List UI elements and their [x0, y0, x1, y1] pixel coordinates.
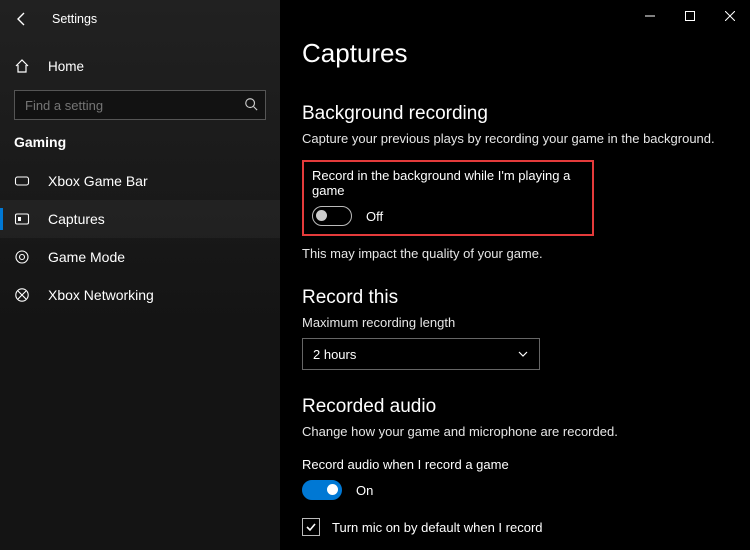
home-icon [14, 58, 30, 74]
background-record-toggle[interactable] [312, 206, 352, 226]
sidebar-item-game-mode[interactable]: Game Mode [0, 238, 280, 276]
minimize-button[interactable] [630, 0, 670, 32]
sidebar-nav: Xbox Game Bar Captures Game Mode Xbox Ne… [0, 162, 280, 314]
mic-default-checkbox[interactable] [302, 518, 320, 536]
section-title-recorded-audio: Recorded audio [302, 396, 722, 418]
minimize-icon [645, 11, 655, 21]
category-header: Gaming [0, 120, 280, 156]
main-content: Captures Background recording Capture yo… [280, 0, 750, 550]
search-icon [244, 97, 258, 111]
section-subtitle: Capture your previous plays by recording… [302, 131, 722, 146]
game-bar-icon [14, 173, 30, 189]
maximize-button[interactable] [670, 0, 710, 32]
xbox-icon [14, 287, 30, 303]
search-input[interactable] [14, 90, 266, 120]
chevron-down-icon [517, 348, 529, 360]
close-icon [725, 11, 735, 21]
sidebar-item-label: Xbox Networking [48, 287, 154, 303]
setting-label: Record audio when I record a game [302, 457, 722, 472]
dropdown-value: 2 hours [313, 347, 356, 362]
sidebar-item-label: Xbox Game Bar [48, 173, 148, 189]
section-subtitle: Maximum recording length [302, 315, 722, 330]
setting-note: This may impact the quality of your game… [302, 246, 722, 261]
sidebar-item-label: Home [48, 59, 84, 74]
window-controls [630, 0, 750, 32]
arrow-left-icon [14, 11, 30, 27]
page-title: Captures [302, 38, 722, 69]
max-recording-length-dropdown[interactable]: 2 hours [302, 338, 540, 370]
sidebar-item-xbox-networking[interactable]: Xbox Networking [0, 276, 280, 314]
setting-label: Record in the background while I'm playi… [312, 168, 584, 198]
back-button[interactable] [10, 7, 34, 31]
sidebar-item-xbox-game-bar[interactable]: Xbox Game Bar [0, 162, 280, 200]
checkbox-label: Turn mic on by default when I record [332, 520, 543, 535]
sidebar: Settings Home Gaming Xbox Game Bar [0, 0, 280, 550]
record-audio-toggle[interactable] [302, 480, 342, 500]
toggle-state-label: On [356, 483, 373, 498]
section-title-background-recording: Background recording [302, 103, 722, 125]
app-title: Settings [52, 12, 97, 26]
highlighted-setting: Record in the background while I'm playi… [302, 160, 594, 236]
title-bar: Settings [0, 0, 280, 38]
sidebar-item-label: Game Mode [48, 249, 125, 265]
sidebar-item-label: Captures [48, 211, 105, 227]
section-subtitle: Change how your game and microphone are … [302, 424, 722, 439]
game-mode-icon [14, 249, 30, 265]
close-button[interactable] [710, 0, 750, 32]
section-title-record-this: Record this [302, 287, 722, 309]
sidebar-item-captures[interactable]: Captures [0, 200, 280, 238]
sidebar-item-home[interactable]: Home [0, 48, 280, 84]
checkmark-icon [305, 521, 317, 533]
maximize-icon [685, 11, 695, 21]
toggle-state-label: Off [366, 209, 383, 224]
captures-icon [14, 211, 30, 227]
